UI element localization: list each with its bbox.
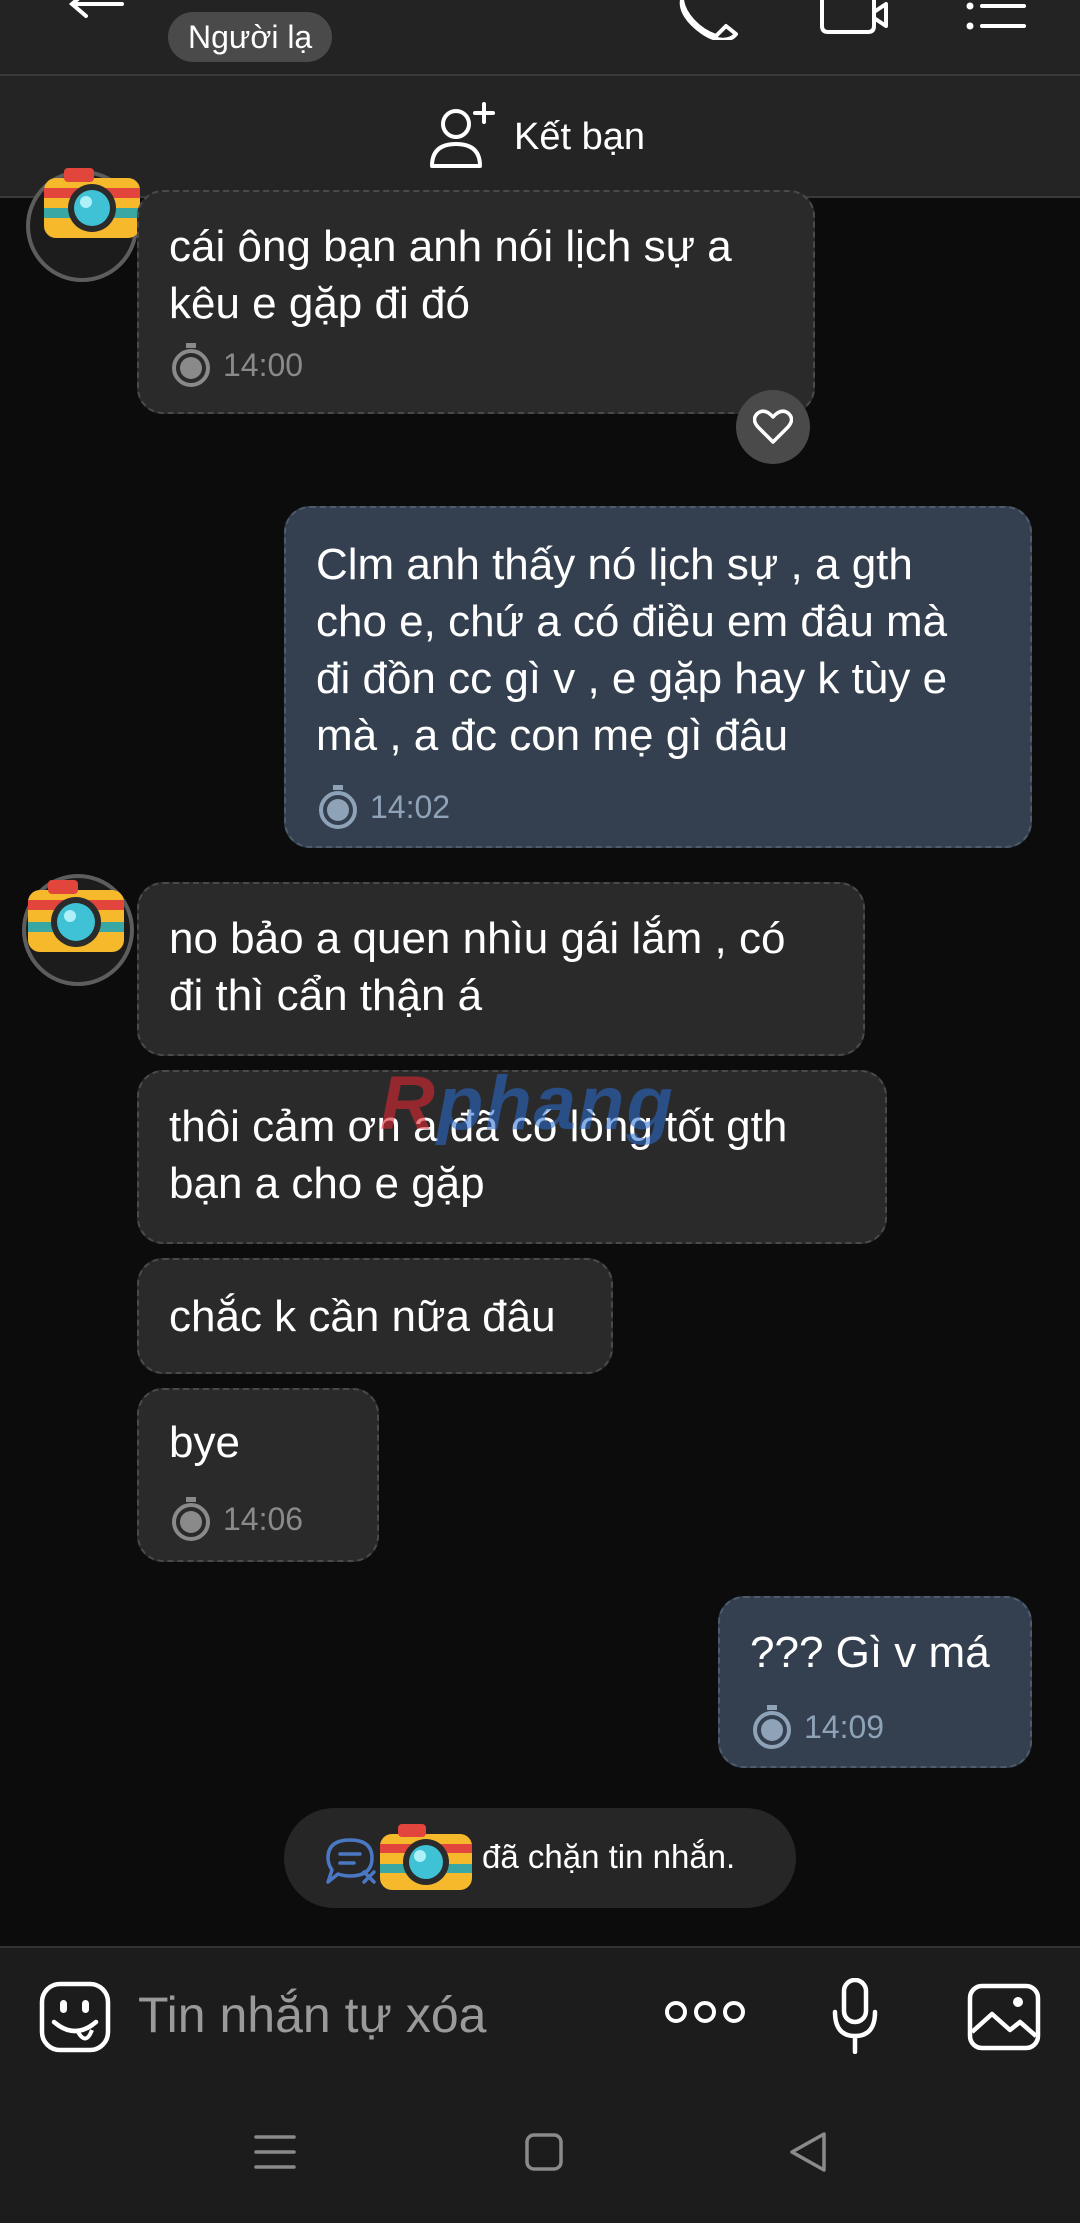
message-time: 14:09: [804, 1709, 885, 1745]
nav-home-icon[interactable]: [524, 2132, 564, 2172]
message-bubble-received[interactable]: no bảo a quen nhìu gái lắm , có đi thì c…: [137, 882, 865, 1056]
timer-icon: [319, 785, 357, 829]
phone-icon[interactable]: [676, 0, 740, 40]
message-text: Clm anh thấy nó lịch sự , a gth cho e, c…: [316, 540, 948, 760]
add-friend-icon: [430, 102, 495, 168]
more-dots-icon[interactable]: [664, 1994, 746, 2030]
watermark-logo: Rphang: [380, 1061, 675, 1146]
message-meta: 14:09: [750, 1704, 884, 1750]
blocked-chat-icon: [326, 1838, 376, 1884]
image-icon[interactable]: [966, 1982, 1042, 2052]
heart-icon: [753, 409, 793, 444]
system-nav-bar: [0, 2072, 1080, 2223]
message-meta: 14:00: [169, 342, 303, 388]
message-text: no bảo a quen nhìu gái lắm , có đi thì c…: [169, 914, 786, 1020]
message-bubble-received[interactable]: chắc k cần nữa đâu: [137, 1258, 613, 1374]
message-meta: 14:06: [169, 1496, 303, 1542]
timer-icon: [172, 1497, 210, 1541]
message-time: 14:06: [223, 1501, 304, 1537]
add-friend-label: Kết bạn: [514, 116, 645, 158]
top-bar: Người lạ: [0, 0, 1080, 76]
message-text: chắc k cần nữa đâu: [169, 1292, 556, 1341]
composer-bar: [0, 1946, 1080, 2072]
video-call-icon[interactable]: [818, 0, 888, 36]
message-bubble-sent[interactable]: ??? Gì v má 14:09: [718, 1596, 1032, 1768]
message-text: bye: [169, 1418, 240, 1467]
message-bubble-received[interactable]: bye 14:06: [137, 1388, 379, 1562]
message-time: 14:00: [223, 347, 304, 383]
nav-menu-icon[interactable]: [254, 2134, 296, 2170]
timer-icon: [753, 1705, 791, 1749]
mic-icon[interactable]: [830, 1978, 880, 2054]
contact-avatar[interactable]: [26, 168, 140, 282]
message-meta: 14:02: [316, 784, 450, 830]
blocked-notice: đã chặn tin nhắn.: [284, 1808, 796, 1908]
message-input[interactable]: [138, 1984, 598, 2046]
message-text: ??? Gì v má: [750, 1628, 990, 1677]
blocked-notice-text: đã chặn tin nhắn.: [482, 1838, 736, 1875]
menu-list-icon[interactable]: [964, 0, 1028, 34]
contact-avatar[interactable]: [22, 874, 134, 986]
emoji-icon[interactable]: [38, 1980, 112, 2054]
message-text: cái ông bạn anh nói lịch sự a kêu e gặp …: [169, 222, 732, 328]
timer-icon: [172, 343, 210, 387]
stranger-badge: Người lạ: [168, 12, 333, 62]
message-time: 14:02: [370, 789, 451, 825]
add-friend-bar[interactable]: Kết bạn: [0, 76, 1080, 198]
nav-back-icon[interactable]: [788, 2130, 828, 2174]
react-heart-button[interactable]: [736, 390, 810, 464]
contact-avatar-small: [380, 1824, 472, 1890]
back-arrow-icon[interactable]: [62, 0, 132, 30]
message-bubble-received[interactable]: cái ông bạn anh nói lịch sự a kêu e gặp …: [137, 190, 815, 414]
message-bubble-sent[interactable]: Clm anh thấy nó lịch sự , a gth cho e, c…: [284, 506, 1032, 848]
